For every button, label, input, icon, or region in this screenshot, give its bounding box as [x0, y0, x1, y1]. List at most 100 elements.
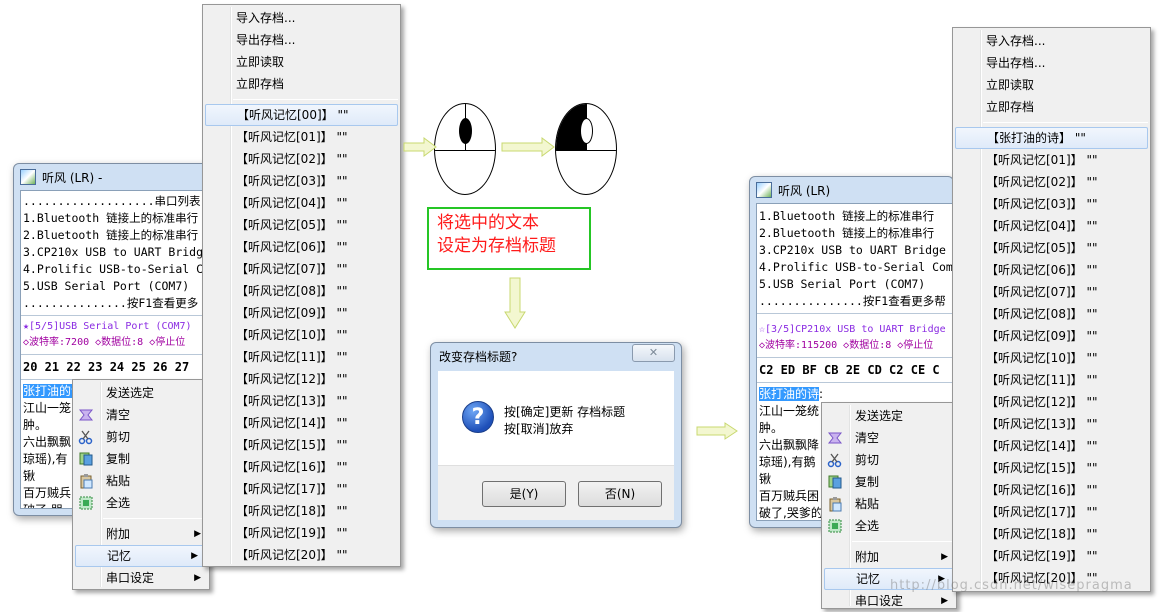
port-list-line: 3.CP210x USB to UART Bridge: [759, 243, 946, 257]
memory-action-item[interactable]: 导出存档...: [953, 52, 1150, 74]
right-hex-row: C2 ED BF CB 2E CD C2 CE C: [759, 363, 940, 377]
memory-slot-item[interactable]: 【听风记忆[14]】 "": [953, 435, 1150, 457]
port-list-line: 3.CP210x USB to UART Bridg: [23, 245, 204, 259]
memory-slot-item[interactable]: 【听风记忆[11]】 "": [203, 346, 400, 368]
dialog-title: 改变存档标题?: [439, 350, 518, 364]
memory-slot-item[interactable]: 【听风记忆[02]】 "": [203, 148, 400, 170]
memory-slot-item[interactable]: 【听风记忆[06]】 "": [203, 236, 400, 258]
memory-slot-item[interactable]: 【听风记忆[13]】 "": [953, 413, 1150, 435]
port-list-line: 4.Prolific USB-to-Serial Co: [23, 262, 210, 276]
context-menu-item[interactable]: 清空: [822, 427, 956, 449]
submenu-item[interactable]: 记忆 ▶: [75, 545, 207, 567]
memory-slot-item[interactable]: 【听风记忆[07]】 "": [203, 258, 400, 280]
menu-item-label: 清空: [106, 408, 131, 422]
memory-action-item[interactable]: 立即读取: [203, 51, 400, 73]
dialog-close-button[interactable]: ✕: [632, 344, 675, 362]
arrow-right-icon: [403, 137, 437, 157]
memory-slot-item[interactable]: 【听风记忆[10]】 "": [203, 324, 400, 346]
memory-slot-item[interactable]: 【听风记忆[15]】 "": [203, 434, 400, 456]
dialog-body: ? 按[确定]更新 存档标题 按[取消]放弃: [438, 371, 674, 465]
no-button[interactable]: 否(N): [578, 481, 662, 507]
left-window-titlebar[interactable]: 听风 (LR) -: [14, 164, 212, 190]
memory-slot-item[interactable]: 【听风记忆[10]】 "": [953, 347, 1150, 369]
memory-slot-item[interactable]: 【张打油的诗】 "": [955, 127, 1148, 149]
memory-slot-item[interactable]: 【听风记忆[20]】 "": [203, 544, 400, 566]
port-list-line: ...............按F1查看更多: [23, 296, 199, 310]
yes-button[interactable]: 是(Y): [482, 481, 566, 507]
memory-slot-item[interactable]: 【听风记忆[06]】 "": [953, 259, 1150, 281]
memory-slot-item[interactable]: 【听风记忆[09]】 "": [953, 325, 1150, 347]
context-menu-item[interactable]: 粘贴: [822, 493, 956, 515]
memory-slot-item[interactable]: 【听风记忆[12]】 "": [203, 368, 400, 390]
memory-slot-item[interactable]: 【听风记忆[03]】 "": [953, 193, 1150, 215]
memory-action-item[interactable]: 立即存档: [203, 73, 400, 95]
memory-slot-item[interactable]: 【听风记忆[01]】 "": [203, 126, 400, 148]
memory-slot-item[interactable]: 【听风记忆[16]】 "": [953, 479, 1150, 501]
context-menu-item[interactable]: 发送选定: [73, 382, 209, 404]
memory-action-item[interactable]: 导出存档...: [203, 29, 400, 51]
memory-slot-item[interactable]: 【听风记忆[00]】 "": [205, 104, 398, 126]
divider: [757, 313, 952, 314]
memory-slot-item[interactable]: 【听风记忆[05]】 "": [203, 214, 400, 236]
divider: [757, 382, 952, 383]
watermark: http://blog.csdn.net/wisepragma: [890, 578, 1133, 593]
memory-slot-item[interactable]: 【听风记忆[18]】 "": [953, 523, 1150, 545]
right-memory-menu: 导入存档... 导出存档... 立即读取 立即存档 【张打油的诗】 "" 【听风记忆[0…: [952, 27, 1151, 592]
memory-slot-item[interactable]: 【听风记忆[08]】 "": [953, 303, 1150, 325]
memory-slot-item[interactable]: 【听风记忆[16]】 "": [203, 456, 400, 478]
memory-slot-item[interactable]: 【听风记忆[14]】 "": [203, 412, 400, 434]
memory-slot-item[interactable]: 【听风记忆[19]】 "": [203, 522, 400, 544]
context-menu-item[interactable]: 清空: [73, 404, 209, 426]
memory-slot-item[interactable]: 【听风记忆[03]】 "": [203, 170, 400, 192]
left-window-title: 听风 (LR) -: [42, 170, 103, 185]
right-window-titlebar[interactable]: 听风 (LR): [750, 177, 953, 203]
rename-archive-dialog: 改变存档标题? ✕ ? 按[确定]更新 存档标题 按[取消]放弃 是(Y) 否(…: [430, 342, 682, 528]
memory-slot-item[interactable]: 【听风记忆[08]】 "": [203, 280, 400, 302]
memory-slot-item[interactable]: 【听风记忆[17]】 "": [203, 478, 400, 500]
context-menu-item[interactable]: 全选: [822, 515, 956, 537]
left-context-menu: 发送选定清空剪切 复制 粘贴 全选 附加 ▶ 记忆 ▶ 串口设定 ▶: [72, 379, 210, 590]
memory-slot-item[interactable]: 【听风记忆[04]】 "": [203, 192, 400, 214]
memory-slot-item[interactable]: 【听风记忆[04]】 "": [953, 215, 1150, 237]
memory-action-item[interactable]: 立即读取: [953, 74, 1150, 96]
port-list-line: 5.USB Serial Port (COM7): [759, 277, 926, 291]
memory-slot-item[interactable]: 【听风记忆[17]】 "": [953, 501, 1150, 523]
memory-action-item[interactable]: 导入存档...: [203, 7, 400, 29]
memory-slot-item[interactable]: 【听风记忆[15]】 "": [953, 457, 1150, 479]
memory-slot-item[interactable]: 【听风记忆[13]】 "": [203, 390, 400, 412]
memory-slot-item[interactable]: 【听风记忆[09]】 "": [203, 302, 400, 324]
memory-action-item[interactable]: 导入存档...: [953, 30, 1150, 52]
memory-slot-item[interactable]: 【听风记忆[12]】 "": [953, 391, 1150, 413]
menu-separator: [852, 541, 954, 542]
context-menu-item[interactable]: 粘贴: [73, 470, 209, 492]
memory-slot-item[interactable]: 【听风记忆[02]】 "": [953, 171, 1150, 193]
port-list-line: 1.Bluetooth 链接上的标准串行: [23, 211, 199, 225]
memory-action-item[interactable]: 立即存档: [953, 96, 1150, 118]
right-selected-text[interactable]: 张打油的诗: [759, 387, 820, 401]
memory-slot-item[interactable]: 【听风记忆[01]】 "": [953, 149, 1150, 171]
left-port-list: ...................串口列表 1.Bluetooth 链接上的标…: [21, 191, 211, 312]
submenu-item[interactable]: 附加 ▶: [73, 523, 209, 545]
menu-item-label: 记忆: [856, 572, 881, 586]
context-menu-item[interactable]: 复制: [73, 448, 209, 470]
right-status-params: ◇波特率:115200 ◇数据位:8 ◇停止位: [759, 340, 934, 351]
menu-item-label: 记忆: [107, 549, 132, 563]
context-menu-item[interactable]: 全选: [73, 492, 209, 514]
submenu-item[interactable]: 附加 ▶: [822, 546, 956, 568]
paste-icon: [827, 496, 843, 512]
left-status-params: ◇波特率:7200 ◇数据位:8 ◇停止位: [23, 337, 186, 348]
context-menu-item[interactable]: 复制: [822, 471, 956, 493]
context-menu-item[interactable]: 发送选定: [822, 405, 956, 427]
memory-slot-item[interactable]: 【听风记忆[07]】 "": [953, 281, 1150, 303]
submenu-item[interactable]: 串口设定 ▶: [73, 567, 209, 589]
dialog-footer: 是(Y) 否(N): [438, 465, 674, 520]
memory-slot-item[interactable]: 【听风记忆[19]】 "": [953, 545, 1150, 567]
memory-slot-item[interactable]: 【听风记忆[18]】 "": [203, 500, 400, 522]
memory-slot-item[interactable]: 【听风记忆[11]】 "": [953, 369, 1150, 391]
divider: [757, 357, 952, 358]
dialog-message-line2: 按[取消]放弃: [504, 422, 574, 436]
context-menu-item[interactable]: 剪切: [73, 426, 209, 448]
memory-slot-item[interactable]: 【听风记忆[05]】 "": [953, 237, 1150, 259]
context-menu-item[interactable]: 剪切: [822, 449, 956, 471]
clear-icon: [827, 430, 843, 446]
